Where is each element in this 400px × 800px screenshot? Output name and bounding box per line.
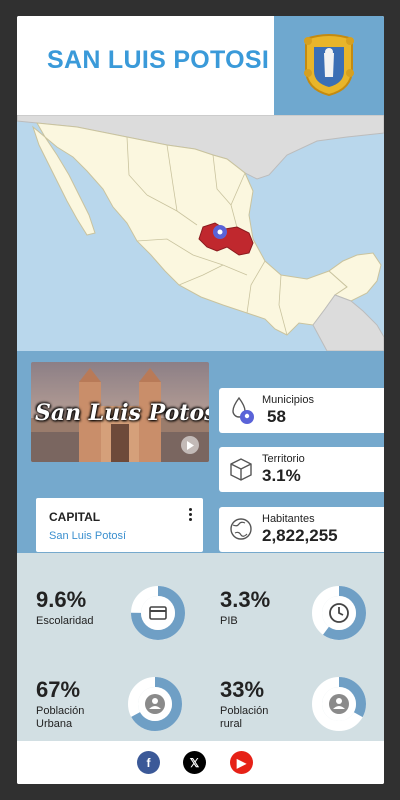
- youtube-icon[interactable]: ▶: [230, 751, 253, 774]
- stat-value: 3.1%: [262, 466, 301, 485]
- capital-label: CAPITAL: [49, 510, 101, 524]
- donut-poblacion-urbana: [128, 677, 182, 731]
- capital-value: San Luis Potosí: [49, 530, 127, 542]
- box-icon: [230, 458, 252, 481]
- coat-of-arms-icon: [304, 33, 354, 96]
- stat-municipios: Municipios 58: [219, 388, 384, 433]
- stat-label: Territorio: [262, 453, 305, 465]
- kpi-label: PIB: [220, 615, 238, 627]
- donut-escolaridad: [131, 586, 185, 640]
- kpi-label: Escolaridad: [36, 615, 94, 627]
- kpi-poblacion-urbana: 67% Población Urbana: [36, 677, 116, 731]
- donut-center: [141, 596, 175, 630]
- person-icon: [329, 694, 349, 714]
- indicators-panel: 9.6% Escolaridad 3.3% PIB 67% Población …: [17, 553, 384, 741]
- overview-panel: San Luis Potosí CAPITAL San Luis Potosí …: [17, 351, 384, 553]
- stat-label: Habitantes: [262, 513, 315, 525]
- kpi-value: 67%: [36, 677, 81, 702]
- coat-of-arms-panel: [274, 16, 384, 115]
- x-icon[interactable]: 𝕏: [183, 751, 206, 774]
- capital-card: CAPITAL San Luis Potosí: [36, 498, 203, 552]
- page-title: San Luis Potosi: [47, 46, 270, 74]
- mexico-map: [17, 115, 384, 351]
- stat-value: 58: [267, 407, 286, 426]
- kpi-pib: 3.3% PIB: [220, 587, 270, 628]
- stat-label: Municipios: [262, 394, 314, 406]
- more-options-icon[interactable]: [189, 508, 193, 523]
- globe-icon: [230, 518, 252, 540]
- donut-poblacion-rural: [312, 677, 366, 731]
- facebook-icon[interactable]: f: [137, 751, 160, 774]
- stat-value: 2,822,255: [262, 526, 338, 545]
- city-video-thumbnail[interactable]: San Luis Potosí: [31, 362, 209, 462]
- kpi-value: 9.6%: [36, 587, 87, 612]
- location-pin-icon: [213, 225, 227, 239]
- header: San Luis Potosi: [17, 16, 384, 115]
- water-drop-icon: [232, 396, 254, 424]
- kpi-label: Población Urbana: [36, 705, 85, 730]
- photo-caption: San Luis Potosí: [35, 400, 209, 426]
- stat-territorio: Territorio 3.1%: [219, 447, 384, 492]
- kpi-value: 33%: [220, 677, 265, 702]
- kpi-value: 3.3%: [220, 587, 271, 612]
- infographic-card: San Luis Potosi: [17, 16, 384, 784]
- kpi-escolaridad: 9.6% Escolaridad: [36, 587, 93, 628]
- kpi-poblacion-rural: 33% Población rural: [220, 677, 290, 731]
- stat-habitantes: Habitantes 2,822,255: [219, 507, 384, 552]
- person-icon: [145, 694, 165, 714]
- kpi-label: Población rural: [220, 705, 269, 730]
- donut-pib: [312, 586, 366, 640]
- play-icon[interactable]: [181, 436, 199, 454]
- social-footer: f 𝕏 ▶: [17, 741, 384, 784]
